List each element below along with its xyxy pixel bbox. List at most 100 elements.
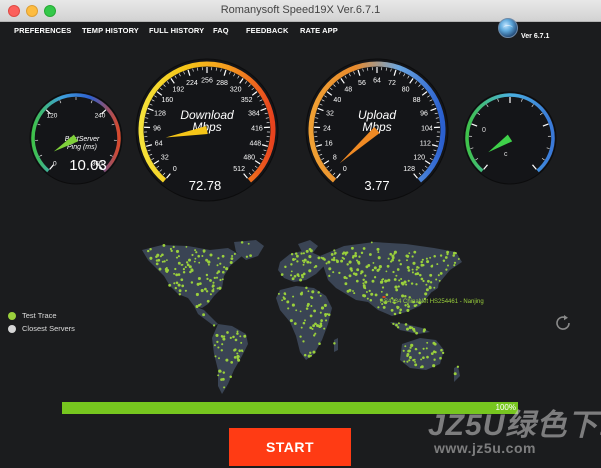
server-dot	[291, 277, 295, 281]
server-dot	[211, 285, 214, 288]
server-dot	[324, 312, 328, 317]
server-dot	[453, 264, 456, 267]
server-dot	[344, 282, 348, 286]
server-dot	[319, 294, 322, 297]
download-tick-label: 320	[230, 86, 242, 93]
server-dot	[302, 340, 305, 343]
server-dot	[209, 293, 212, 296]
server-dot	[283, 297, 286, 300]
server-dot	[367, 263, 371, 267]
server-dot	[233, 356, 237, 359]
server-dot	[311, 290, 315, 294]
server-dot	[280, 273, 284, 276]
legend-test-trace-dot	[8, 312, 16, 320]
server-dot	[406, 265, 410, 270]
server-dot	[414, 360, 416, 363]
server-dot	[177, 255, 180, 258]
server-dot	[172, 245, 175, 249]
server-dot	[301, 275, 304, 279]
server-dot	[380, 290, 383, 293]
menu-full-history[interactable]: FULL HISTORY	[149, 26, 204, 35]
server-dot	[331, 258, 334, 261]
menu-feedback[interactable]: FEEDBACK	[246, 26, 288, 35]
server-dot	[408, 326, 412, 330]
server-dot	[351, 256, 355, 259]
server-dot	[406, 259, 408, 262]
world-map[interactable]: AS4134 ChinaNet HS254461 - Nanjing	[130, 236, 484, 400]
server-dot	[362, 247, 366, 250]
server-dot	[222, 371, 226, 374]
server-dot	[226, 331, 229, 334]
server-dot	[338, 271, 341, 275]
server-dot	[194, 249, 197, 252]
upload-tick-label: 0	[343, 166, 347, 173]
server-dot	[309, 326, 313, 330]
server-dot	[345, 251, 348, 254]
server-dot	[441, 351, 445, 355]
server-dot	[328, 274, 331, 278]
server-dot	[325, 262, 328, 265]
server-dot	[215, 276, 219, 279]
server-dot	[432, 364, 436, 368]
server-dot	[320, 256, 323, 259]
server-dot	[302, 272, 306, 276]
refresh-icon[interactable]	[553, 313, 573, 333]
server-dot	[422, 347, 425, 350]
server-dot	[317, 291, 320, 294]
server-dot	[234, 348, 237, 351]
server-dot	[237, 358, 241, 362]
server-dot	[309, 261, 312, 264]
server-dot	[457, 258, 460, 260]
server-dot	[398, 311, 402, 315]
server-dot	[310, 296, 314, 300]
server-dot	[238, 349, 241, 352]
server-dot	[300, 274, 303, 277]
server-dot	[372, 261, 375, 264]
server-dot	[354, 251, 357, 255]
server-dot	[433, 286, 436, 289]
globe-icon[interactable]	[498, 18, 518, 38]
server-dot	[239, 335, 242, 338]
server-dot	[300, 291, 304, 294]
server-dot	[410, 282, 414, 285]
server-dot	[161, 260, 164, 263]
server-dot	[197, 276, 201, 281]
menu-temp-history[interactable]: TEMP HISTORY	[82, 26, 139, 35]
server-dot	[432, 341, 436, 345]
server-dot	[362, 278, 365, 282]
server-dot	[398, 259, 401, 262]
server-dot	[174, 267, 177, 271]
upload-tick-label: 128	[403, 166, 415, 173]
menu-preferences[interactable]: PREFERENCES	[14, 26, 71, 35]
server-dot	[381, 280, 384, 283]
server-dot	[429, 256, 432, 259]
server-dot	[221, 270, 225, 274]
server-dot	[157, 258, 161, 262]
server-dot	[403, 360, 406, 363]
server-dot	[230, 361, 234, 364]
menu-rate-app[interactable]: RATE APP	[300, 26, 338, 35]
server-dot	[415, 268, 418, 271]
server-dot	[385, 270, 388, 273]
server-dot	[299, 310, 302, 313]
ping-label-line2: Ping (ms)	[67, 144, 97, 151]
server-dot	[178, 293, 182, 296]
aux-tick-label-end: c	[504, 151, 508, 158]
server-dot	[220, 378, 223, 381]
server-dot	[355, 279, 359, 283]
download-tick-label: 384	[248, 110, 260, 117]
server-dot	[173, 272, 176, 275]
server-dot	[325, 319, 328, 322]
server-dot	[229, 336, 232, 340]
server-dot	[368, 253, 372, 256]
server-dot	[433, 255, 436, 258]
start-button[interactable]: START	[229, 428, 351, 466]
download-tick-label: 416	[251, 125, 263, 132]
menu-faq[interactable]: FAQ	[213, 26, 229, 35]
server-dot	[402, 349, 405, 352]
server-dot	[186, 263, 190, 267]
server-dot	[165, 270, 169, 273]
server-dot	[430, 264, 434, 268]
server-dot	[286, 300, 290, 304]
server-dot	[426, 279, 430, 283]
